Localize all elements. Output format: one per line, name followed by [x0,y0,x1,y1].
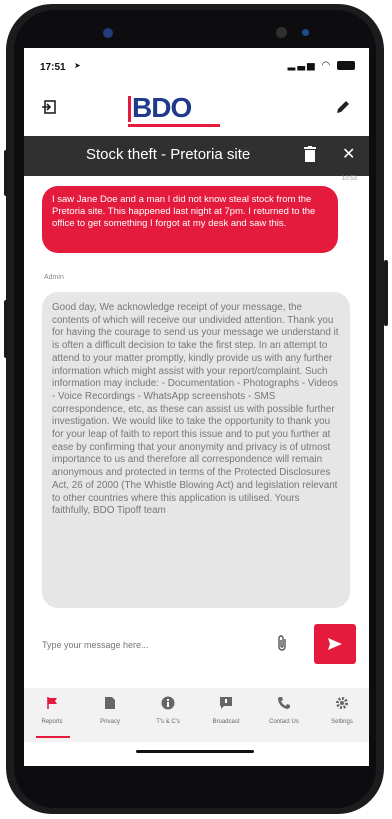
message-input[interactable] [38,630,278,660]
info-icon [161,696,175,710]
tab-terms[interactable]: T's & C's [142,696,194,725]
tab-privacy[interactable]: Privacy [84,696,136,725]
phone-volume-up-button [4,150,8,196]
document-icon [105,697,115,709]
proximity-sensor-icon [302,29,309,36]
close-icon[interactable]: ✕ [342,144,355,164]
front-camera-icon [103,28,113,38]
pencil-icon[interactable] [332,96,354,118]
tab-reports[interactable]: Reports [26,696,78,725]
bdo-logo: BDO [132,92,192,123]
phone-volume-down-button [4,300,8,358]
active-tab-indicator [36,736,70,738]
flag-icon [47,697,57,709]
trash-icon[interactable] [304,146,316,167]
signal-icon: ▂▃▅ [287,60,317,71]
battery-icon [337,60,355,70]
tab-contact-us[interactable]: Contact Us [258,696,310,725]
user-message-bubble: I saw Jane Doe and a man I did not know … [42,186,338,253]
chat-title-bar: Stock theft - Pretoria site ✕ [24,136,369,176]
status-time: 17:51 [40,62,66,73]
broadcast-icon [220,697,232,709]
status-bar: 17:51 ➤ ▂▃▅ ◠ [24,48,369,82]
home-indicator [136,750,254,753]
paperclip-icon[interactable] [276,634,288,657]
location-arrow-icon: ➤ [74,61,81,70]
message-composer [24,620,369,676]
phone-power-button [384,260,388,326]
tab-label-broadcast: Broadcast [212,719,240,725]
gear-icon [336,697,348,709]
sensor-icon [276,27,287,38]
app-header: BDO [24,82,369,134]
chat-title: Stock theft - Pretoria site [86,146,251,163]
logo-bar [128,96,131,122]
tab-label-contact-us: Contact Us [269,719,299,725]
admin-sender-label: Admin [44,274,64,281]
phone-icon [278,697,290,709]
tab-label-settings: Settings [331,719,353,725]
tab-label-privacy: Privacy [100,719,120,725]
tab-label-terms: T's & C's [156,719,180,725]
bottom-tab-bar: Reports Privacy T's & C's Broadcast Cont… [24,688,369,742]
tab-label-reports: Reports [41,719,63,725]
send-button[interactable] [314,624,356,664]
admin-message-bubble: Good day, We acknowledge receipt of your… [42,292,350,608]
logo-underline [128,124,220,127]
tab-broadcast[interactable]: Broadcast [200,696,252,725]
status-icons: ▂▃▅ ◠ [288,60,355,71]
wifi-icon: ◠ [321,60,333,71]
app-screen: 17:51 ➤ ▂▃▅ ◠ BDO Stock theft - Pretoria… [24,48,369,766]
login-icon[interactable] [38,96,60,118]
tab-settings[interactable]: Settings [316,696,368,725]
message-timestamp: 10:53 [341,176,357,182]
send-icon [328,638,342,650]
